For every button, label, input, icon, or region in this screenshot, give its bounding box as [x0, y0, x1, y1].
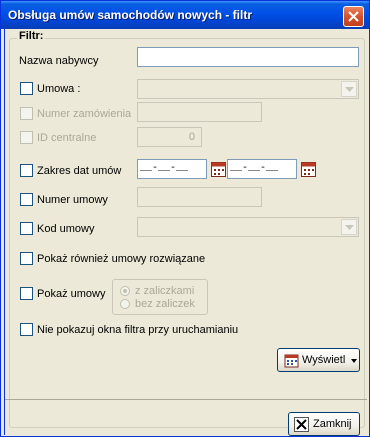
close-dialog-button-label: Zamknij	[313, 418, 352, 430]
window-title: Obsługa umów samochodów nowych - filtr	[8, 8, 253, 22]
contract-dropdown-arrow[interactable]	[341, 81, 357, 97]
contract-select[interactable]	[137, 79, 359, 99]
contract-number-checkbox[interactable]	[20, 193, 33, 206]
buyer-name-input[interactable]	[137, 47, 359, 67]
with-advance-label: z zaliczkami	[135, 285, 195, 297]
chevron-down-icon	[345, 87, 354, 92]
order-number-input[interactable]	[137, 102, 262, 122]
contract-code-select[interactable]	[137, 217, 359, 237]
order-number-checkbox[interactable]	[20, 107, 33, 120]
show-terminated-label: Pokaż również umowy rozwiązane	[37, 253, 206, 265]
contract-number-input[interactable]	[137, 187, 262, 207]
chevron-down-icon[interactable]	[351, 359, 357, 363]
show-list-icon	[284, 354, 299, 368]
filter-group-label: Filtr:	[17, 30, 46, 42]
central-id-input[interactable]: 0	[137, 127, 202, 147]
show-contracts-checkbox[interactable]	[20, 287, 33, 300]
chevron-down-icon	[345, 225, 354, 230]
show-button[interactable]: Wyświetl	[277, 348, 360, 372]
calendar-icon[interactable]	[301, 161, 316, 177]
close-button[interactable]	[343, 6, 364, 27]
central-id-label: ID centralne	[37, 132, 97, 144]
show-button-label: Wyświetl	[302, 354, 346, 366]
with-advance-radio[interactable]	[120, 286, 130, 296]
without-advance-label: bez zaliczek	[135, 298, 195, 310]
close-dialog-button[interactable]: Zamknij	[288, 412, 360, 436]
contract-label: Umowa :	[37, 83, 81, 95]
date-range-checkbox[interactable]	[20, 164, 33, 177]
show-terminated-checkbox[interactable]	[20, 252, 33, 265]
contract-code-checkbox[interactable]	[20, 222, 33, 235]
contract-number-label: Numer umowy	[37, 194, 108, 206]
order-number-label: Numer zamówienia	[37, 108, 132, 120]
date-from-input[interactable]: __-__-__	[137, 159, 207, 179]
contract-checkbox[interactable]	[20, 82, 33, 95]
calendar-icon[interactable]	[211, 161, 226, 177]
contract-code-dropdown-arrow[interactable]	[341, 219, 357, 235]
show-contracts-label: Pokaż umowy	[37, 288, 106, 300]
without-advance-radio[interactable]	[120, 299, 130, 309]
dialog-body: Filtr: Nazwa nabywcy Umowa : Numer zamów…	[4, 29, 367, 436]
date-range-label: Zakres dat umów	[37, 165, 122, 177]
title-bar[interactable]: Obsługa umów samochodów nowych - filtr	[1, 1, 369, 29]
contract-code-label: Kod umowy	[37, 223, 95, 235]
close-icon	[348, 11, 359, 22]
buyer-name-label: Nazwa nabywcy	[19, 55, 99, 67]
hide-filter-checkbox[interactable]	[20, 323, 33, 336]
close-x-icon	[294, 417, 309, 432]
date-to-input[interactable]: __-__-__	[227, 159, 297, 179]
central-id-checkbox[interactable]	[20, 131, 33, 144]
hide-filter-label: Nie pokazuj okna filtra przy uruchamiani…	[37, 324, 239, 336]
dialog-window: Obsługa umów samochodów nowych - filtr F…	[0, 0, 370, 437]
bottom-separator	[5, 399, 367, 400]
